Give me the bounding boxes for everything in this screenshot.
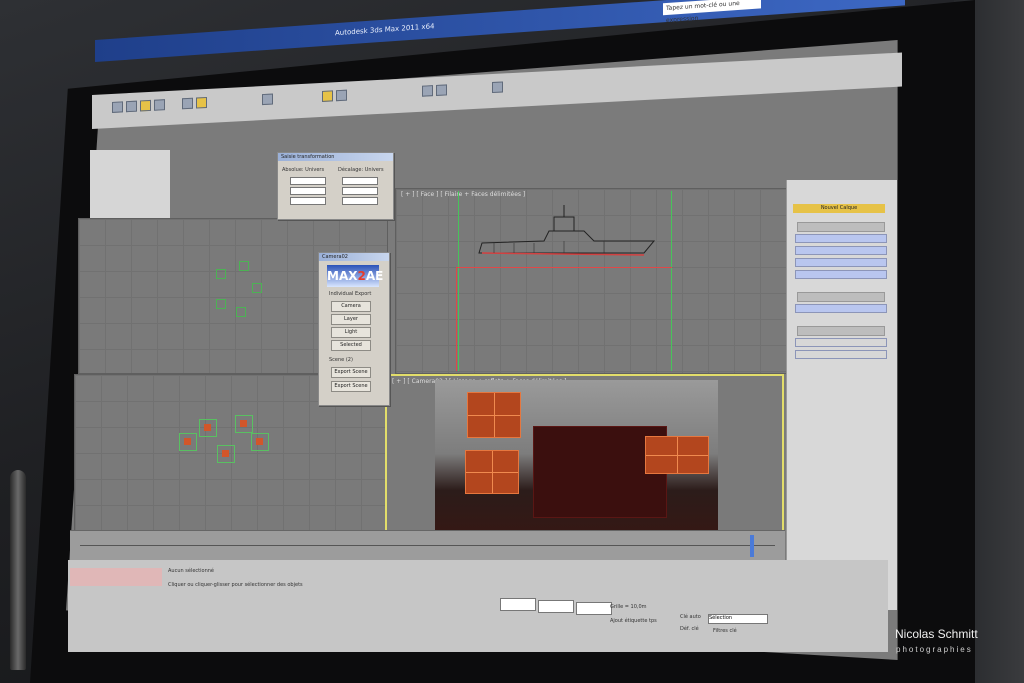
helper-icon	[252, 283, 262, 293]
axis-line	[456, 267, 457, 371]
z-field[interactable]	[290, 197, 326, 205]
y-coordinate-field[interactable]	[538, 600, 574, 613]
z-coordinate-field[interactable]	[576, 602, 612, 615]
toolbar-button[interactable]	[182, 97, 193, 110]
axis-line	[671, 191, 672, 371]
ship-wireframe	[478, 205, 656, 256]
x-offset-field[interactable]	[342, 177, 378, 185]
x-coordinate-field[interactable]	[500, 598, 536, 611]
rollout-label	[797, 292, 885, 302]
export-selected-button[interactable]: Selected	[331, 340, 371, 351]
window-title: Autodesk 3ds Max 2011 x64	[335, 22, 435, 38]
dialog-title: Saisie transformation	[278, 153, 393, 161]
layer-row[interactable]	[795, 350, 887, 359]
toolbar-button[interactable]	[196, 96, 207, 109]
layer-row[interactable]	[795, 234, 887, 243]
timeline[interactable]	[70, 530, 785, 561]
viewport-label: [ + ] [ Face ] [ Filaire + Faces délimit…	[401, 191, 526, 198]
export-scene-button[interactable]: Export Scene	[331, 367, 371, 378]
layer-row[interactable]	[795, 246, 887, 255]
selection-dropdown[interactable]: Sélection	[708, 614, 768, 624]
time-slider[interactable]	[750, 535, 754, 557]
toolbar-button[interactable]	[112, 101, 123, 113]
set-key-button[interactable]: Déf. clé	[680, 626, 699, 632]
toolbar-button[interactable]	[336, 89, 347, 102]
crate-helper	[235, 415, 253, 433]
toolbar-button[interactable]	[262, 93, 273, 106]
maxscript-listener[interactable]	[70, 568, 162, 586]
crate-helper	[199, 419, 217, 437]
toolbar-button[interactable]	[322, 90, 333, 102]
toolbar-button[interactable]	[154, 99, 165, 111]
crate	[467, 392, 521, 438]
viewport-front[interactable]: [ + ] [ Face ] [ Filaire + Faces délimit…	[395, 188, 789, 374]
command-panel: Nouvel Calque	[786, 180, 897, 610]
helper-icon	[239, 261, 249, 271]
y-field[interactable]	[290, 187, 326, 195]
key-filters-button[interactable]: Filtres clé	[713, 628, 737, 634]
photographer-name: Nicolas Schmitt	[895, 627, 978, 641]
dialog-col-label: Décalage: Univers	[338, 167, 384, 173]
add-time-tag[interactable]: Ajout étiquette tps	[610, 618, 657, 624]
helper-icon	[236, 307, 246, 317]
max2ae-logo: MAX2AE	[327, 265, 383, 287]
photographer-subtitle: photographies	[896, 645, 973, 654]
dialog-col-label: Absolue: Univers	[282, 167, 325, 173]
section-label: Individual Export	[329, 291, 372, 297]
ribbon-panel	[90, 150, 170, 220]
panel-header[interactable]: Nouvel Calque	[793, 204, 885, 213]
auto-key-button[interactable]: Clé auto	[680, 614, 701, 620]
toolbar-button[interactable]	[126, 100, 137, 113]
export-camera-button[interactable]: Camera	[331, 301, 371, 312]
export-layer-button[interactable]: Layer	[331, 314, 371, 325]
max2ae-dialog: Camera02 MAX2AE Individual Export Camera…	[318, 252, 390, 406]
toolbar-button[interactable]	[436, 84, 447, 96]
crate-helper	[217, 445, 235, 463]
toolbar-button[interactable]	[492, 81, 503, 94]
crate	[645, 436, 709, 474]
y-offset-field[interactable]	[342, 187, 378, 195]
layer-row[interactable]	[795, 304, 887, 313]
prompt-line: Cliquer ou cliquer-glisser pour sélectio…	[168, 582, 303, 588]
x-field[interactable]	[290, 177, 326, 185]
layer-row[interactable]	[795, 338, 887, 347]
export-scene-button-2[interactable]: Export Scene	[331, 381, 371, 392]
helper-icon	[216, 299, 226, 309]
z-offset-field[interactable]	[342, 197, 378, 205]
rollout-label	[797, 326, 885, 336]
dialog-title: Camera02	[319, 253, 389, 261]
status-bar: Aucun sélectionné Cliquer ou cliquer-gli…	[68, 560, 888, 652]
layer-row[interactable]	[795, 258, 887, 267]
layer-row[interactable]	[795, 270, 887, 279]
crate-helper	[179, 433, 197, 451]
toolbar-button[interactable]	[140, 99, 151, 112]
transform-dialog: Saisie transformation Absolue: Univers D…	[277, 152, 394, 220]
crate-helper	[251, 433, 269, 451]
axis-line	[458, 191, 459, 371]
help-search-input[interactable]: Tapez un mot-clé ou une expression	[663, 0, 761, 24]
section-label: Scene (2)	[329, 357, 353, 363]
toolbar-button[interactable]	[422, 85, 433, 97]
grid-size: Grille = 10,0m	[610, 604, 647, 610]
selection-status: Aucun sélectionné	[168, 568, 214, 574]
stylus-pen	[10, 470, 26, 670]
helper-icon	[216, 269, 226, 279]
export-light-button[interactable]: Light	[331, 327, 371, 338]
rollout-label	[797, 222, 885, 232]
crate	[465, 450, 519, 494]
